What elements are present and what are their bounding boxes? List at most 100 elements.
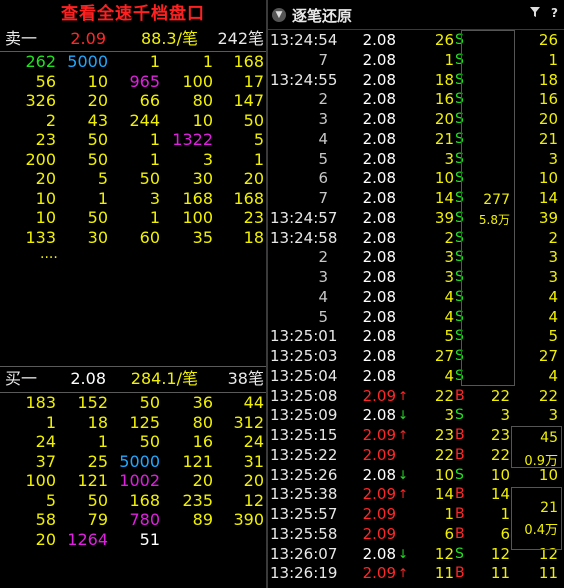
queue-cell: 10	[192, 110, 213, 130]
tick-volume: 4	[444, 307, 454, 326]
queue-cell: 1	[149, 130, 160, 149]
tick-total: 26	[538, 31, 558, 49]
queue-row: 23 50 1 1322 5	[0, 130, 266, 150]
queue-cell: 80	[192, 412, 213, 432]
queue-cell: 1	[253, 149, 264, 169]
tick-group-count: 3	[500, 406, 510, 425]
queue-cell: 43	[87, 110, 108, 130]
tick-time: 13:24:54	[270, 31, 338, 49]
tick-price: 2.08	[362, 50, 396, 69]
tick-total: 1	[548, 50, 558, 69]
tick-price: 2.08	[362, 129, 396, 148]
queue-cell: 58	[35, 510, 56, 529]
tick-time: 6	[318, 169, 328, 188]
queue-cell: 5	[253, 130, 264, 149]
queue-cell: 31	[243, 451, 264, 471]
tick-price: 2.08	[362, 366, 396, 385]
tick-time: 13:24:55	[270, 70, 338, 89]
arrow-down-icon: ↓	[398, 408, 409, 423]
queue-cell: 168	[182, 188, 213, 208]
tick-total: 16	[538, 90, 558, 109]
queue-cell: 1	[149, 52, 160, 71]
queue-cell: 3	[202, 149, 213, 169]
tick-total: 11	[538, 564, 558, 583]
queue-cell: 244	[129, 110, 160, 130]
tick-time: 13:25:58	[270, 524, 338, 543]
tick-time: 13:25:38	[270, 485, 338, 504]
queue-cell: 37	[35, 451, 56, 471]
tick-price: 2.08	[362, 149, 396, 168]
tick-group-count: 12	[490, 544, 510, 563]
tick-row: 13:26:19 2.09 ↑ 11 B 11 11	[268, 564, 564, 584]
queue-cell: 50	[87, 149, 108, 169]
tick-price: 2.08	[362, 70, 396, 89]
queue-cell: 79	[87, 510, 108, 529]
tick-total: 14	[538, 189, 558, 207]
arrow-down-icon: ↓	[398, 546, 409, 561]
tick-time: 13:24:57	[270, 208, 338, 227]
tick-price: 2.08	[362, 347, 396, 365]
tick-price: 2.09	[362, 445, 396, 464]
group-a-amount: 0.9万	[524, 454, 558, 469]
tick-price: 2.09	[362, 564, 396, 583]
tick-price: 2.08	[362, 228, 396, 247]
queue-row: 326 20 66 80 147	[0, 91, 266, 111]
queue-cell: 1264	[67, 529, 108, 549]
tick-price: 2.08	[362, 287, 396, 306]
queue-cell: 24	[35, 432, 56, 451]
tick-volume: 23	[434, 426, 454, 444]
queue-cell: 18	[243, 227, 264, 247]
queue-cell: 25	[87, 451, 108, 471]
tick-time: 13:25:03	[270, 347, 338, 365]
queue-row: 10 50 1 100 23	[0, 208, 266, 228]
buy-queue-grid: 183 152 50 36 44 1 18 125 80 312 24 1 50 16 24 37 25 5000…	[0, 393, 266, 549]
tick-row: 3 2.08 3 S 3	[268, 268, 564, 288]
tick-row: 3 2.08 20 S 20	[268, 110, 564, 130]
queue-cell: 30	[192, 169, 213, 188]
help-icon[interactable]: ?	[551, 6, 558, 20]
tick-time: 3	[318, 268, 328, 286]
queue-cell: 50	[243, 110, 264, 130]
tick-total: 20	[538, 110, 558, 128]
tick-volume: 14	[434, 189, 454, 207]
buy-one-header: 买一 2.08 284.1/笔 38笔	[0, 368, 266, 390]
tick-volume: 11	[434, 564, 454, 583]
queue-cell: 20	[87, 91, 108, 110]
queue-cell: 100	[182, 71, 213, 91]
tick-time: 7	[318, 189, 328, 207]
full-depth-link[interactable]: 查看全速千档盘口	[0, 0, 266, 28]
tick-row: 5 2.08 3 S 3	[268, 150, 564, 170]
queue-cell: 18	[87, 412, 108, 432]
queue-cell: 5000	[119, 451, 160, 471]
tick-time: 2	[318, 248, 328, 267]
tick-time: 13:26:19	[270, 564, 338, 583]
order-book-panel: 查看全速千档盘口 卖一 2.09 88.3/笔 242笔 262 5000 1 1 16…	[0, 0, 266, 588]
sell-queue-grid: 262 5000 1 1 168 56 10 965 100 17 326 20 66 80 147 2 43 2…	[0, 52, 266, 247]
tick-price: 2.08	[362, 327, 396, 346]
queue-cell: 326	[25, 91, 56, 110]
queue-cell: 50	[139, 169, 160, 188]
filter-icon[interactable]	[530, 6, 540, 20]
tick-price: 2.09	[362, 524, 396, 543]
tick-price: 2.08	[362, 307, 396, 326]
queue-cell: 1	[149, 208, 160, 227]
tick-volume: 26	[434, 31, 454, 49]
queue-cell: 200	[25, 149, 56, 169]
chevron-down-icon[interactable]: ▼	[272, 8, 286, 22]
queue-cell: 66	[139, 91, 160, 110]
queue-cell: 51	[139, 529, 160, 549]
queue-cell: 390	[233, 510, 264, 529]
queue-cell: 50	[139, 393, 160, 412]
queue-cell: 121	[77, 471, 108, 490]
tick-total: 5	[548, 327, 558, 346]
queue-cell: 1	[149, 149, 160, 169]
group-b-total: 21	[540, 500, 558, 516]
queue-cell: 1	[45, 412, 56, 432]
tick-time: 13:25:09	[270, 406, 338, 425]
queue-row: 200 50 1 3 1	[0, 150, 266, 170]
queue-row: 10 1 3 168 168	[0, 189, 266, 209]
tick-row: 5 2.08 4 S 4	[268, 308, 564, 328]
tick-panel-title: 逐笔还原	[292, 7, 353, 25]
tick-price: 2.08	[362, 465, 396, 484]
tick-volume: 1	[444, 50, 454, 69]
